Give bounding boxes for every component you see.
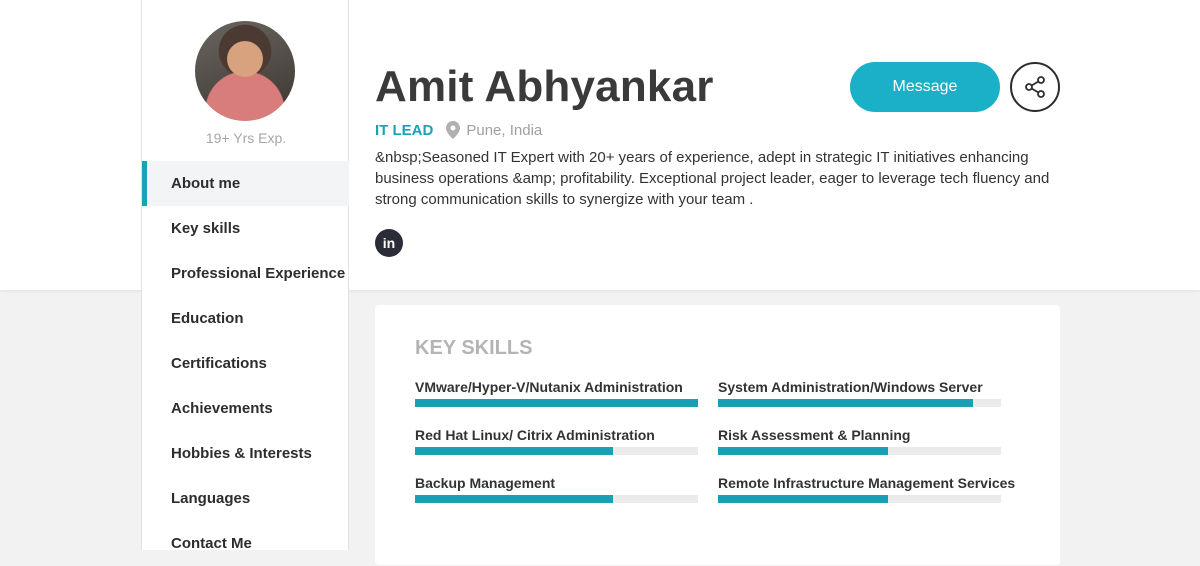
location-label: Pune, India bbox=[466, 121, 543, 139]
skill-item: Backup Management bbox=[415, 475, 698, 503]
skill-bar-track bbox=[718, 399, 1001, 407]
skill-item: Remote Infrastructure Management Service… bbox=[718, 475, 1016, 503]
skill-item: System Administration/Windows Server bbox=[718, 379, 1001, 407]
skill-label: Remote Infrastructure Management Service… bbox=[718, 475, 1016, 491]
sidebar-item-achievements[interactable]: Achievements bbox=[142, 386, 349, 431]
skill-bar-fill bbox=[718, 447, 888, 455]
role-label: IT LEAD bbox=[375, 121, 434, 139]
sidebar-nav: About me Key skills Professional Experie… bbox=[142, 161, 349, 566]
experience-label: 19+ Yrs Exp. bbox=[205, 130, 287, 146]
skill-item: Risk Assessment & Planning bbox=[718, 427, 1001, 455]
skill-bar-track bbox=[718, 447, 1001, 455]
skill-bar-track bbox=[415, 399, 698, 407]
skill-bar-track bbox=[415, 495, 698, 503]
role-location-row: IT LEAD Pune, India bbox=[375, 121, 542, 139]
sidebar-item-about-me[interactable]: About me bbox=[142, 161, 349, 206]
sidebar-item-certifications[interactable]: Certifications bbox=[142, 341, 349, 386]
skill-item: Red Hat Linux/ Citrix Administration bbox=[415, 427, 698, 455]
sidebar-item-contact-me[interactable]: Contact Me bbox=[142, 521, 349, 566]
sidebar: 19+ Yrs Exp. About me Key skills Profess… bbox=[141, 0, 349, 552]
sidebar-item-education[interactable]: Education bbox=[142, 296, 349, 341]
linkedin-icon[interactable]: in bbox=[375, 229, 403, 257]
skill-bar-fill bbox=[415, 447, 614, 455]
skill-bar-fill bbox=[415, 399, 698, 407]
sidebar-item-hobbies[interactable]: Hobbies & Interests bbox=[142, 431, 349, 476]
skill-label: VMware/Hyper-V/Nutanix Administration bbox=[415, 379, 683, 395]
sidebar-item-languages[interactable]: Languages bbox=[142, 476, 349, 521]
skill-label: Red Hat Linux/ Citrix Administration bbox=[415, 427, 655, 443]
about-text: &nbsp;Seasoned IT Expert with 20+ years … bbox=[375, 149, 1050, 208]
profile-name: Amit Abhyankar bbox=[375, 62, 714, 111]
skill-label: System Administration/Windows Server bbox=[718, 379, 983, 395]
sidebar-item-key-skills[interactable]: Key skills bbox=[142, 206, 349, 251]
key-skills-card: KEY SKILLS VMware/Hyper-V/Nutanix Admini… bbox=[375, 305, 1060, 565]
skill-item: VMware/Hyper-V/Nutanix Administration bbox=[415, 379, 698, 407]
message-button[interactable]: Message bbox=[850, 62, 1000, 112]
location-pin-icon bbox=[446, 121, 461, 139]
skill-bar-track bbox=[415, 447, 698, 455]
share-icon bbox=[1025, 76, 1045, 98]
skill-label: Backup Management bbox=[415, 475, 556, 491]
skill-bar-track bbox=[718, 495, 1001, 503]
skill-label: Risk Assessment & Planning bbox=[718, 427, 911, 443]
share-button[interactable] bbox=[1010, 62, 1060, 112]
key-skills-title: KEY SKILLS bbox=[415, 337, 533, 359]
skill-bar-fill bbox=[415, 495, 614, 503]
skill-bar-fill bbox=[718, 495, 888, 503]
avatar bbox=[195, 21, 295, 121]
skill-bar-fill bbox=[718, 399, 973, 407]
sidebar-item-professional-experience[interactable]: Professional Experience bbox=[142, 251, 349, 296]
